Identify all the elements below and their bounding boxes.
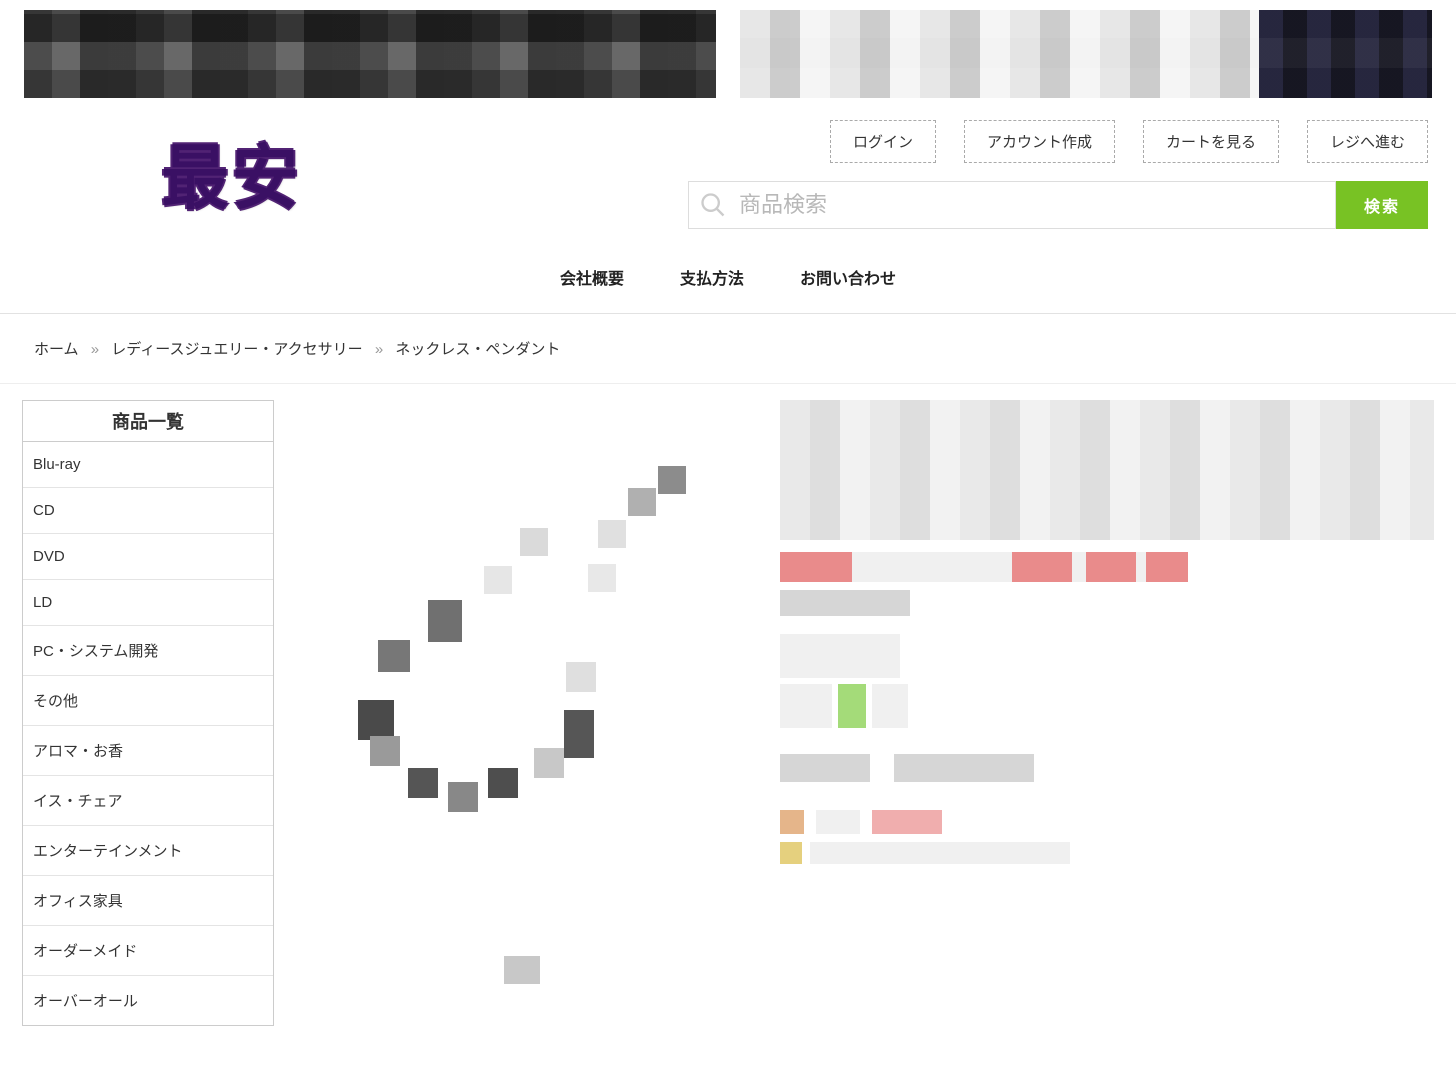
nav-company[interactable]: 会社概要 — [560, 265, 624, 289]
product-title-blurred — [780, 400, 1434, 540]
breadcrumb-home[interactable]: ホーム — [34, 341, 79, 358]
sidebar-item[interactable]: オーダーメイド — [23, 926, 273, 976]
product-info-panel — [780, 400, 1434, 990]
create-account-button[interactable]: アカウント作成 — [964, 120, 1115, 163]
sidebar-item[interactable]: Blu-ray — [23, 442, 273, 488]
sidebar-title: 商品一覧 — [23, 401, 273, 442]
banner-ad-right[interactable] — [740, 10, 1432, 98]
sidebar-item[interactable]: LD — [23, 580, 273, 626]
sidebar-item[interactable]: イス・チェア — [23, 776, 273, 826]
product-image — [288, 400, 768, 990]
search-button[interactable]: 検索 — [1336, 181, 1428, 229]
sidebar-item[interactable]: オーバーオール — [23, 976, 273, 1025]
sidebar-item[interactable]: PC・システム開発 — [23, 626, 273, 676]
login-button[interactable]: ログイン — [830, 120, 936, 163]
sidebar-category-list: Blu-ray CD DVD LD PC・システム開発 その他 アロマ・お香 イ… — [23, 442, 273, 1025]
view-cart-button[interactable]: カートを見る — [1143, 120, 1279, 163]
sidebar-item[interactable]: エンターテインメント — [23, 826, 273, 876]
breadcrumb-category-2[interactable]: ネックレス・ペンダント — [395, 341, 560, 358]
banner-ad-left[interactable] — [24, 10, 716, 98]
breadcrumb-category-1[interactable]: レディースジュエリー・アクセサリー — [111, 341, 362, 358]
price-label-blurred — [780, 552, 852, 582]
stock-status-blurred — [838, 684, 866, 728]
search-icon — [699, 191, 727, 219]
sidebar-item[interactable]: CD — [23, 488, 273, 534]
sidebar: 商品一覧 Blu-ray CD DVD LD PC・システム開発 その他 アロマ… — [22, 400, 274, 1026]
checkout-button[interactable]: レジへ進む — [1307, 120, 1428, 163]
sidebar-item[interactable]: その他 — [23, 676, 273, 726]
breadcrumb: ホーム » レディースジュエリー・アクセサリー » ネックレス・ペンダント — [0, 314, 1456, 384]
nav-payment[interactable]: 支払方法 — [680, 265, 744, 289]
sidebar-item[interactable]: オフィス家具 — [23, 876, 273, 926]
breadcrumb-sep-icon: » — [375, 341, 383, 358]
nav-contact[interactable]: お問い合わせ — [800, 265, 896, 289]
breadcrumb-sep-icon: » — [91, 341, 99, 358]
sidebar-item[interactable]: アロマ・お香 — [23, 726, 273, 776]
site-logo[interactable]: 最安 — [162, 122, 303, 223]
search-input[interactable] — [727, 186, 1325, 224]
sidebar-item[interactable]: DVD — [23, 534, 273, 580]
